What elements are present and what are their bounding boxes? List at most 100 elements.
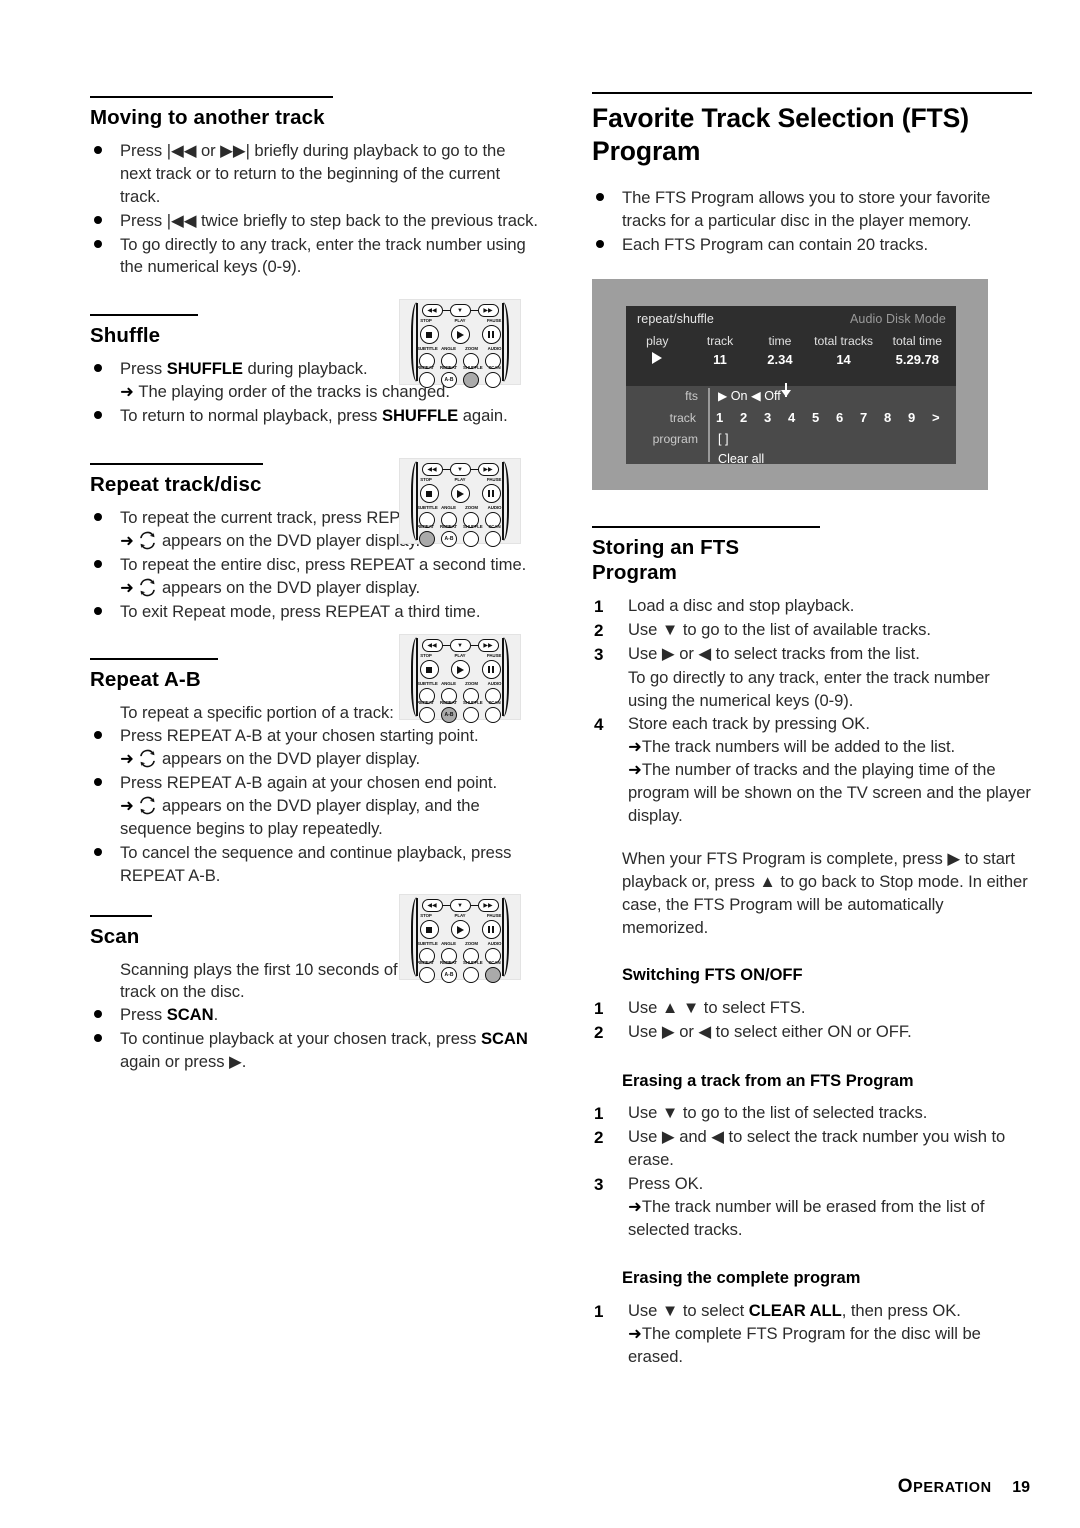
connector — [442, 468, 450, 471]
heading-erasing-track: Erasing a track from an FTS Program — [622, 1071, 914, 1090]
list-item: 3 Use ▶ or ◀ to select tracks from the li… — [592, 643, 1032, 666]
stop-key[interactable] — [419, 920, 439, 939]
key-label: ANGLE — [441, 681, 456, 686]
list-item: To continue playback at your chosen trac… — [90, 1028, 540, 1074]
key-label: REPEAT — [417, 524, 434, 529]
repeat-key[interactable] — [419, 967, 435, 983]
osd-col-value: 14 — [836, 352, 851, 368]
list-item: Each FTS Program can contain 20 tracks. — [592, 234, 1032, 257]
down-key[interactable]: ▼ — [449, 304, 471, 317]
play-key[interactable] — [450, 484, 470, 503]
footer-section-rest: PERATION — [913, 1480, 992, 1496]
page-title: Favorite Track Selection (FTS) Program — [592, 92, 1032, 168]
osd-row-clear-all[interactable]: Clear all — [626, 452, 956, 466]
scan-key[interactable] — [485, 372, 501, 388]
row4-labels: REPEAT REPEAT SHUFFLE SCAN — [400, 700, 520, 705]
erasing-program-steps: 1 Use ▼ to select CLEAR ALL, then press … — [592, 1300, 1032, 1369]
track-number[interactable]: 2 — [740, 410, 764, 425]
next-track-key[interactable]: ▶▶ — [477, 304, 499, 317]
key-label: PLAY — [454, 913, 466, 918]
osd-fts-value[interactable]: ▶ On ◀ Off — [704, 388, 781, 403]
list-item: To repeat the entire disc, press REPEAT … — [90, 554, 540, 600]
osd-track-numbers[interactable]: 1 2 3 4 5 6 7 8 9 > — [702, 410, 956, 425]
key-label: SHUFFLE — [463, 960, 483, 965]
osd-label-track: track — [669, 410, 696, 425]
prev-track-key[interactable]: ◀◀ — [421, 304, 443, 317]
track-number[interactable]: 8 — [884, 410, 908, 425]
play-key[interactable] — [450, 325, 470, 344]
repeat-ab-key[interactable]: A-B — [441, 372, 457, 388]
shuffle-key[interactable] — [463, 531, 479, 547]
switching-steps: 1 Use ▲ ▼ to select FTS. 2 Use ▶ or ◀ to s… — [592, 997, 1032, 1044]
repeat-ab-key[interactable]: A-B — [441, 967, 457, 983]
bullet-dot — [94, 559, 102, 568]
pause-key[interactable] — [481, 660, 501, 679]
shuffle-key[interactable] — [463, 967, 479, 983]
step-text: Use ▶ or ◀ to select either ON or OFF. — [628, 1021, 912, 1041]
track-number[interactable]: 3 — [764, 410, 788, 425]
pause-key[interactable] — [481, 920, 501, 939]
track-number[interactable]: 5 — [812, 410, 836, 425]
track-number[interactable]: 4 — [788, 410, 812, 425]
osd-col-total-tracks: total tracks 14 — [809, 332, 879, 371]
key-label: ZOOM — [465, 941, 478, 946]
scan-key[interactable] — [485, 967, 501, 983]
heading-storing-fts-program: Storing an FTS Program — [592, 526, 820, 585]
prev-track-key[interactable]: ◀◀ — [421, 899, 443, 912]
repeat-ab-key[interactable]: A-B — [441, 531, 457, 547]
osd-row-program[interactable]: program [ ] — [626, 432, 956, 446]
bullet-text-tail: . — [213, 1005, 219, 1025]
stop-key[interactable] — [419, 484, 439, 503]
key-label: ANGLE — [441, 346, 456, 351]
track-number[interactable]: 7 — [860, 410, 884, 425]
scan-key[interactable] — [485, 531, 501, 547]
transport-keys — [400, 920, 520, 939]
arrow-icon: ➜ — [628, 1196, 642, 1216]
pause-key[interactable] — [481, 325, 501, 344]
scan-bullets: Press SCAN. To continue playback at your… — [90, 1004, 540, 1074]
arrow-icon: ➜ — [120, 749, 134, 769]
repeat-key[interactable] — [419, 707, 435, 723]
next-track-key[interactable]: ▶▶ — [477, 463, 499, 476]
key-label: PLAY — [454, 318, 466, 323]
down-key[interactable]: ▼ — [449, 463, 471, 476]
osd-clear-all-button[interactable]: Clear all — [704, 452, 764, 466]
shuffle-key[interactable] — [463, 372, 479, 388]
key-label: SCAN — [488, 700, 501, 705]
down-key[interactable]: ▼ — [449, 899, 471, 912]
scan-intro: Scanning plays the first 10 seconds of e… — [120, 959, 438, 1002]
list-item: 2 Use ▼ to go to the list of available tr… — [592, 619, 1032, 642]
osd-row-fts[interactable]: fts ▶ On ◀ Off — [626, 382, 956, 403]
track-number[interactable]: 9 — [908, 410, 932, 425]
key-label: ANGLE — [441, 941, 456, 946]
play-key[interactable] — [450, 920, 470, 939]
osd-col-header: total time — [892, 334, 943, 348]
play-key[interactable] — [450, 660, 470, 679]
key-label: REPEAT — [417, 365, 434, 370]
shuffle-key[interactable] — [463, 707, 479, 723]
track-number[interactable]: 1 — [716, 410, 740, 425]
list-item: Press |◀◀ twice briefly to step back to … — [90, 210, 540, 233]
play-icon — [652, 352, 663, 365]
next-track-key[interactable]: ▶▶ — [477, 899, 499, 912]
repeat-key[interactable] — [419, 372, 435, 388]
repeat-ab-bullets: Press REPEAT A-B at your chosen starting… — [90, 725, 540, 887]
osd-program-value[interactable]: [ ] — [704, 432, 729, 446]
osd-row-track[interactable]: track 1 2 3 4 5 6 7 8 9 > — [626, 410, 956, 425]
bullet-dot — [94, 606, 102, 615]
track-number[interactable]: 6 — [836, 410, 860, 425]
prev-track-key[interactable]: ◀◀ — [421, 639, 443, 652]
track-next-arrow-icon[interactable]: > — [932, 410, 956, 425]
pause-key[interactable] — [481, 484, 501, 503]
osd-header-panel: repeat/shuffle Audio Disk Mode play trac… — [626, 306, 956, 386]
down-key[interactable]: ▼ — [449, 639, 471, 652]
next-track-key[interactable]: ▶▶ — [477, 639, 499, 652]
prev-track-key[interactable]: ◀◀ — [421, 463, 443, 476]
repeat-key[interactable] — [419, 531, 435, 547]
stop-key[interactable] — [419, 660, 439, 679]
list-item: Press |◀◀ or ▶▶| briefly during playback… — [90, 140, 540, 209]
scan-key[interactable] — [485, 707, 501, 723]
stop-key[interactable] — [419, 325, 439, 344]
repeat-ab-key[interactable]: A-B — [441, 707, 457, 723]
list-item: 2 Use ▶ and ◀ to select the track number … — [592, 1126, 1032, 1172]
